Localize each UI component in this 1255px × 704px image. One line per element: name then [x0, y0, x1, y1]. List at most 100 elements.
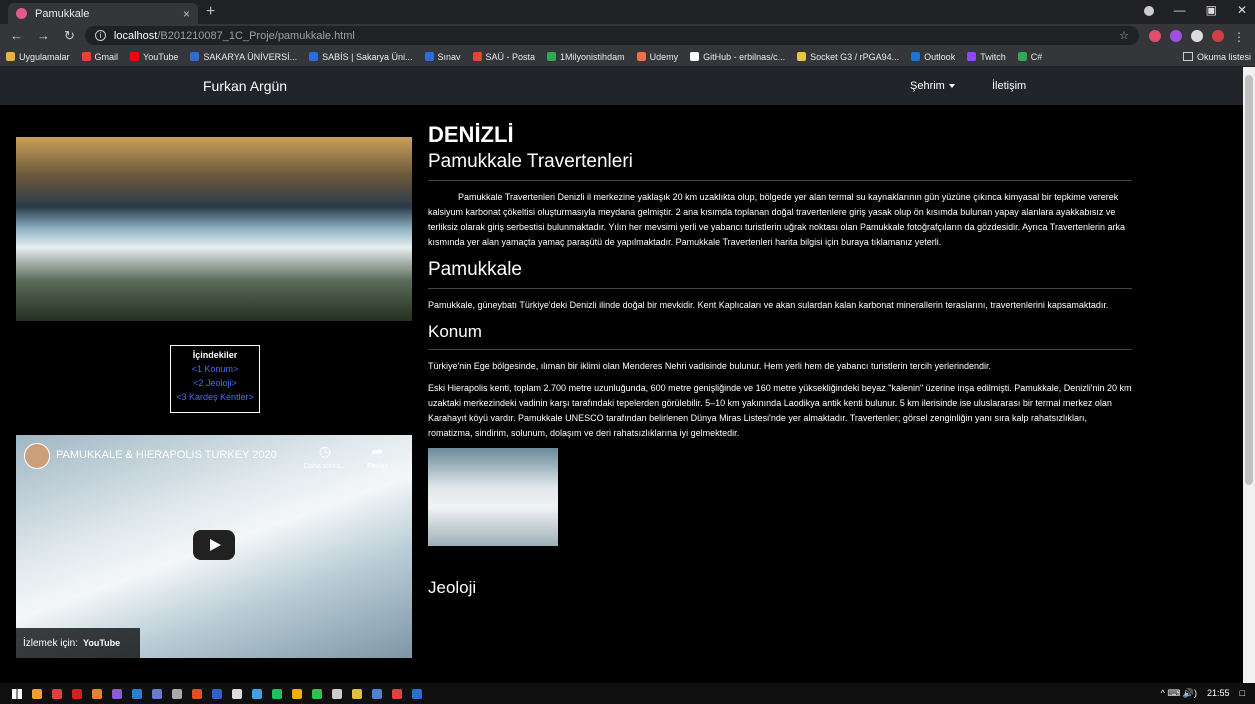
taskbar-app-icon[interactable]	[412, 688, 422, 699]
tab-title: Pamukkale	[35, 7, 90, 20]
reading-list-icon	[1182, 52, 1193, 61]
puzzle-icon[interactable]	[1191, 29, 1203, 42]
paragraph-konum-1: Türkiye'nin Ege bölgesinde, ılıman bir i…	[428, 361, 991, 371]
taskbar-app-icon[interactable]	[152, 688, 162, 699]
taskbar-app-icon[interactable]	[372, 688, 382, 699]
maximize-icon[interactable]: ▣	[1206, 3, 1217, 17]
youtube-logo: YouTube	[83, 638, 121, 648]
browser-tab[interactable]: Pamukkale ×	[8, 3, 198, 24]
toc-link-konum[interactable]: <1 Konum>	[171, 362, 259, 376]
bookmark-label: YouTube	[143, 51, 179, 62]
watch-later-icon[interactable]: ◷ Daha sonra...	[304, 443, 346, 470]
taskbar-app-icon[interactable]	[92, 688, 102, 699]
bookmark-item[interactable]: Sınav	[424, 52, 461, 62]
bookmark-item[interactable]: SABİS | Sakarya Üni...	[309, 51, 413, 62]
reading-list[interactable]: Okuma listesi	[1182, 51, 1251, 62]
taskbar-app-icon[interactable]	[332, 688, 342, 699]
site-brand[interactable]: Furkan Argün	[203, 78, 287, 94]
new-tab-button[interactable]: +	[206, 3, 215, 21]
play-button[interactable]	[193, 530, 235, 560]
tab-close-icon[interactable]: ×	[183, 7, 190, 21]
channel-avatar[interactable]	[24, 443, 50, 469]
paragraph-travertenler: Pamukkale Travertenleri Denizli il merke…	[428, 192, 1125, 247]
bookmark-item[interactable]: SAÜ - Posta	[472, 51, 536, 62]
taskbar-app-icon[interactable]	[72, 688, 82, 699]
notifications-icon[interactable]: □	[1240, 688, 1245, 699]
bookmark-item[interactable]: Udemy	[636, 52, 678, 62]
bookmark-item[interactable]: GitHub - erbilnas/c...	[690, 52, 785, 62]
url-host: localhost	[113, 29, 158, 42]
bookmark-item[interactable]: Uygulamalar	[6, 52, 70, 62]
taskbar-app-icon[interactable]	[192, 688, 202, 699]
bookmark-item[interactable]: Twitch	[967, 52, 1006, 62]
windows-start-icon[interactable]	[12, 688, 22, 699]
taskbar-app-icon[interactable]	[292, 688, 302, 699]
extension-icon[interactable]	[1149, 29, 1161, 42]
system-tray: ^ ⌨ 🔊) 21:55 □	[1161, 688, 1245, 699]
bookmark-icon	[547, 52, 557, 61]
toc-link-kardes-kentler[interactable]: <3 Kardeş Kentler>	[171, 390, 259, 404]
youtube-embed[interactable]: PAMUKKALE & HIERAPOLIS TURKEY 2020 ◷ Daha…	[16, 435, 412, 658]
avatar[interactable]	[1212, 29, 1224, 42]
taskbar-app-icon[interactable]	[132, 688, 142, 699]
scrollbar-thumb[interactable]	[1245, 75, 1253, 485]
bookmark-icon	[911, 52, 921, 61]
share-icon[interactable]: ➦ Paylaş	[367, 443, 388, 470]
section-heading-travertenler: Pamukkale Travertenleri	[428, 151, 633, 172]
taskbar-app-icon[interactable]	[272, 688, 282, 699]
minimize-icon[interactable]: —	[1174, 3, 1186, 17]
info-icon[interactable]: i	[94, 30, 106, 41]
address-toolbar: ← → ↻ i localhost /B201210087_1C_Proje/p…	[0, 24, 1255, 47]
divider	[428, 349, 1132, 350]
taskbar-app-icon[interactable]	[52, 688, 62, 699]
taskbar-app-icon[interactable]	[312, 688, 322, 699]
taskbar-app-icon[interactable]	[112, 688, 122, 699]
bookmark-item[interactable]: Socket G3 / rPGA94...	[797, 52, 899, 62]
bookmark-icon	[967, 52, 977, 61]
bookmark-label: SABİS | Sakarya Üni...	[322, 51, 413, 62]
forward-icon[interactable]: →	[37, 28, 50, 44]
bookmark-icon	[6, 52, 15, 61]
taskbar-app-icon[interactable]	[232, 688, 242, 699]
taskbar-app-icon[interactable]	[212, 688, 222, 699]
bookmark-label: Twitch	[980, 51, 1006, 62]
tray-icons[interactable]: ^ ⌨ 🔊)	[1161, 688, 1197, 699]
bookmark-item[interactable]: 1Milyonistihdam	[547, 52, 625, 62]
bookmark-star-icon[interactable]: ☆	[1119, 29, 1129, 42]
watch-later-label: Daha sonra...	[304, 463, 347, 470]
divider	[428, 288, 1132, 289]
nav-contact-link[interactable]: İletişim	[992, 80, 1026, 92]
share-label: Paylaş	[367, 463, 389, 470]
watch-on-youtube[interactable]: İzlemek için: YouTube	[16, 628, 140, 658]
bookmark-item[interactable]: Outlook	[911, 52, 955, 62]
close-window-icon[interactable]: ✕	[1237, 3, 1247, 17]
bookmark-item[interactable]: Gmail	[81, 52, 118, 62]
toc-link-jeoloji[interactable]: <2 Jeoloji>	[171, 376, 259, 390]
extension-icon[interactable]	[1170, 29, 1182, 42]
paragraph-pamukkale: Pamukkale, güneybatı Türkiye'deki Denizl…	[428, 300, 1109, 310]
bookmark-label: SAÜ - Posta	[485, 51, 536, 62]
nav-city-dropdown[interactable]: Şehrim	[910, 80, 955, 92]
taskbar-app-icon[interactable]	[252, 688, 262, 699]
clock[interactable]: 21:55	[1207, 688, 1230, 699]
bookmark-icon	[797, 52, 807, 61]
bookmark-item[interactable]: YouTube	[130, 52, 178, 62]
bookmark-label: 1Milyonistihdam	[560, 51, 625, 62]
back-icon[interactable]: ←	[10, 28, 23, 44]
video-title[interactable]: PAMUKKALE & HIERAPOLIS TURKEY 2020	[56, 449, 277, 461]
taskbar-app-icon[interactable]	[392, 688, 402, 699]
bookmark-icon	[1017, 52, 1027, 61]
menu-dots-icon[interactable]: ⋮	[1233, 30, 1245, 44]
page-scrollbar[interactable]	[1243, 67, 1255, 683]
travertine-thumbnail-image	[428, 448, 558, 546]
bookmark-icon	[424, 52, 434, 61]
taskbar-app-icon[interactable]	[32, 688, 42, 699]
taskbar-app-icon[interactable]	[352, 688, 362, 699]
reload-icon[interactable]: ↻	[64, 28, 75, 44]
bookmark-item[interactable]: C#	[1017, 52, 1042, 62]
url-bar[interactable]: i localhost /B201210087_1C_Proje/pamukka…	[84, 26, 1139, 45]
profile-icon[interactable]	[1143, 6, 1154, 16]
bookmark-item[interactable]: SAKARYA ÜNİVERSİ...	[190, 52, 297, 62]
taskbar-app-icon[interactable]	[172, 688, 182, 699]
reading-list-label: Okuma listesi	[1196, 51, 1251, 62]
